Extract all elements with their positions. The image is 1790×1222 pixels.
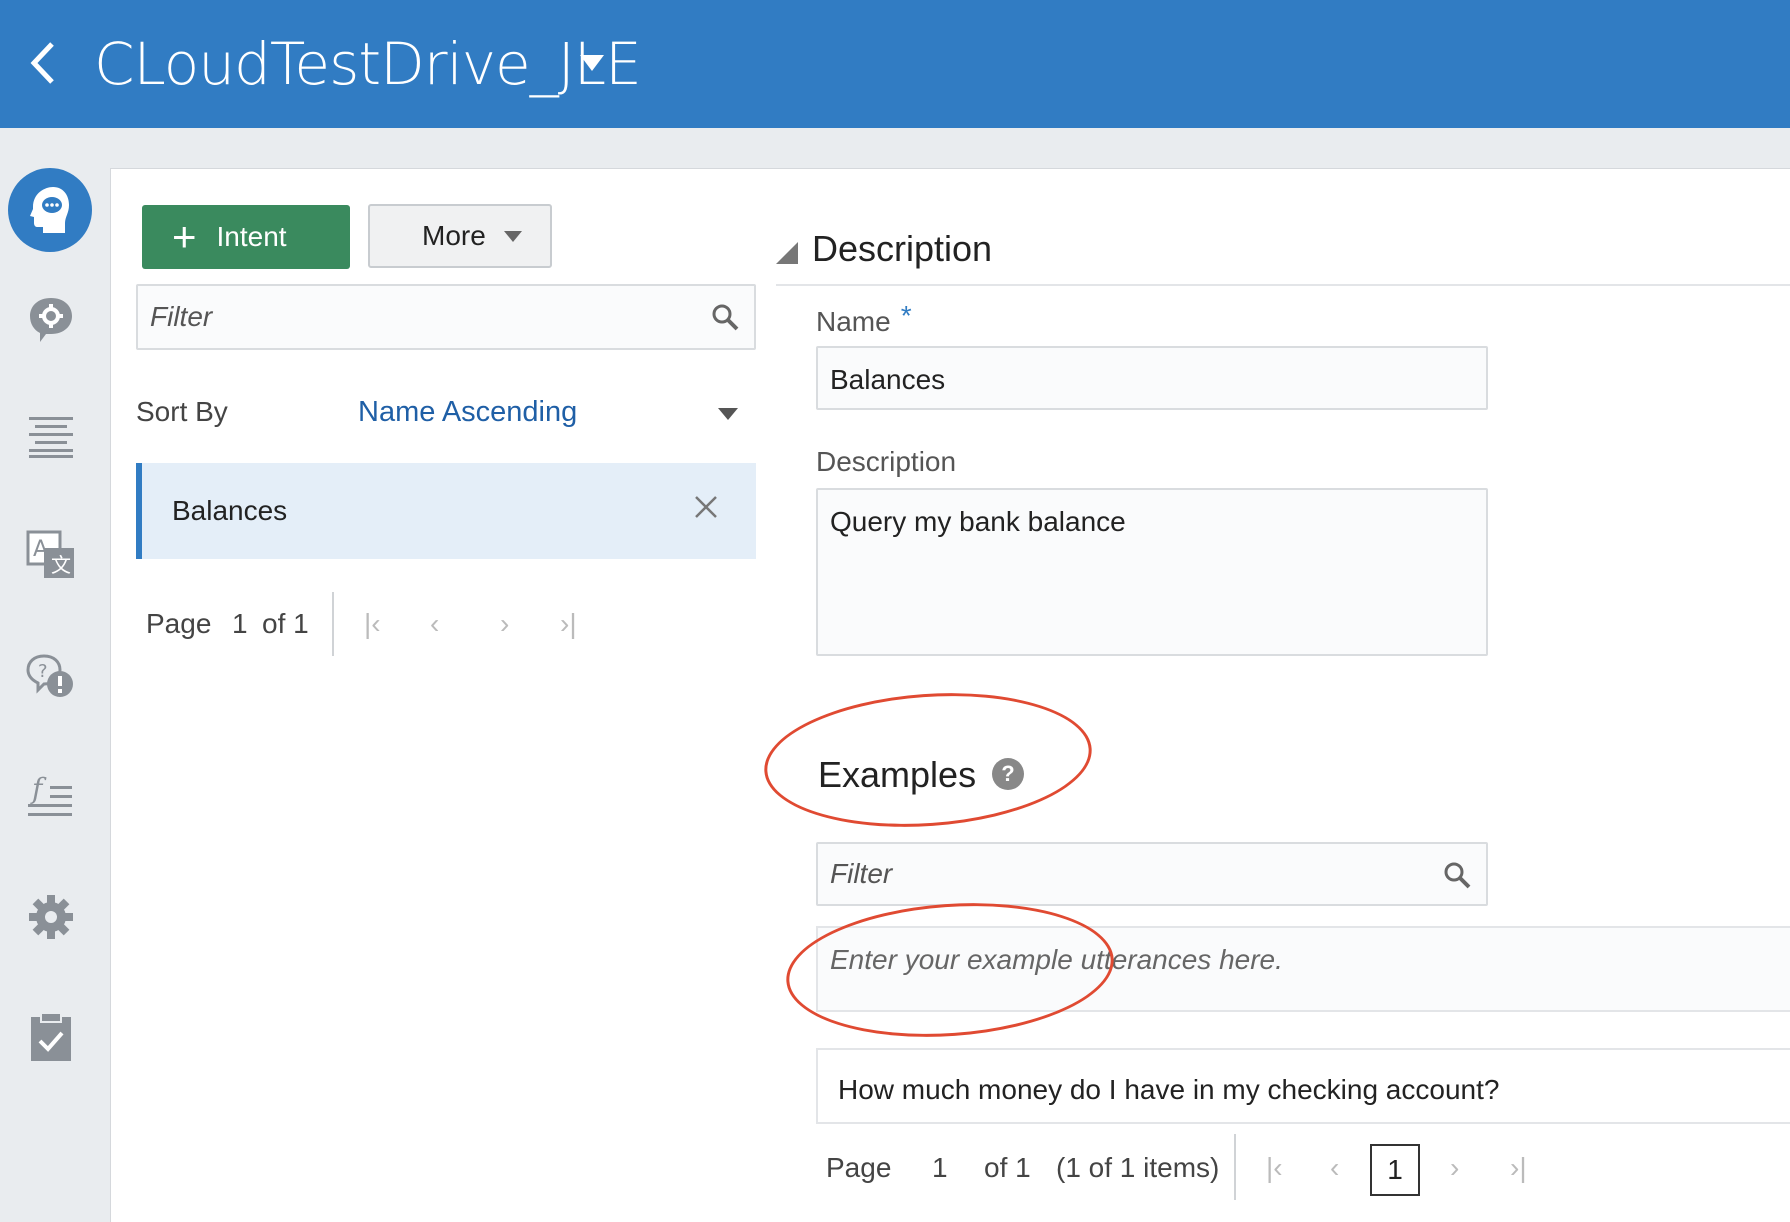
clipboard-check-icon (31, 1012, 71, 1061)
description-field[interactable]: Query my bank balance (816, 488, 1488, 656)
intent-list-item[interactable]: Balances (136, 463, 756, 559)
flows-icon (29, 417, 73, 458)
intents-icon (30, 187, 69, 233)
skill-title[interactable]: CLoudTestDrive_JLE (94, 30, 642, 98)
last-page-icon[interactable]: ›| (560, 608, 577, 640)
more-button[interactable]: More (368, 204, 552, 268)
entities-icon (30, 298, 72, 342)
intent-item-label: Balances (172, 495, 288, 526)
intent-pager-of-label: of 1 (262, 608, 309, 639)
examples-filter-input[interactable]: Filter (816, 842, 1488, 906)
left-nav-rail: A 文 ? f (0, 128, 110, 1222)
resource-bundles-icon: A 文 (26, 530, 74, 578)
resource-bundles-nav-item[interactable]: A 文 (22, 526, 80, 584)
gear-icon (29, 895, 73, 939)
first-page-icon[interactable]: |‹ (364, 608, 381, 640)
components-icon: f (28, 774, 72, 816)
chevron-down-icon[interactable] (718, 408, 738, 420)
chevron-down-icon[interactable] (580, 55, 604, 71)
close-icon[interactable] (692, 493, 720, 521)
examples-pager-page-number: 1 (932, 1152, 948, 1183)
intent-filter-input[interactable]: Filter (136, 284, 756, 350)
sort-by-label: Sort By (136, 396, 228, 427)
required-marker: * (900, 300, 912, 331)
chevron-down-icon (503, 230, 522, 242)
plus-icon: + (172, 213, 197, 260)
description-label: Description (816, 446, 957, 477)
pager-divider (332, 592, 334, 656)
add-intent-label: Intent (216, 221, 287, 252)
next-page-icon[interactable]: › (500, 608, 509, 640)
first-page-icon[interactable]: |‹ (1266, 1152, 1283, 1184)
app-header: CLoudTestDrive_JLE (0, 0, 1790, 128)
pager-divider (1234, 1134, 1236, 1200)
name-field[interactable]: Balances (816, 346, 1488, 410)
settings-nav-item[interactable] (22, 888, 80, 946)
components-nav-item[interactable]: f (22, 768, 80, 826)
search-icon[interactable] (1442, 860, 1472, 890)
more-label: More (422, 220, 486, 251)
example-list-item[interactable]: How much money do I have in my checking … (816, 1048, 1790, 1124)
examples-pager-page-label: Page (826, 1152, 892, 1183)
intents-nav-item[interactable] (8, 168, 92, 252)
search-icon[interactable] (710, 302, 740, 332)
examples-pager-items-label: (1 of 1 items) (1056, 1152, 1220, 1183)
flows-nav-item[interactable] (22, 408, 80, 466)
examples-filter-placeholder: Filter (830, 858, 893, 889)
sort-by-select[interactable]: Name Ascending (358, 396, 577, 429)
entities-nav-item[interactable] (22, 290, 80, 348)
intent-pager-page-number: 1 (232, 608, 248, 639)
qna-nav-item[interactable]: ? (22, 648, 80, 706)
qna-icon: ? (26, 654, 73, 697)
svg-text:f: f (30, 774, 47, 805)
svg-text:文: 文 (51, 553, 71, 577)
examples-pager-of-label: of 1 (984, 1152, 1031, 1183)
prev-page-icon[interactable]: ‹ (1330, 1152, 1339, 1184)
intent-filter-placeholder: Filter (150, 301, 213, 332)
example-utterance-input[interactable]: Enter your example utterances here. (816, 926, 1790, 1012)
back-chevron-icon[interactable] (28, 38, 58, 88)
last-page-icon[interactable]: ›| (1510, 1152, 1527, 1184)
examples-title: Examples (818, 754, 977, 795)
current-page-input[interactable]: 1 (1370, 1144, 1420, 1196)
section-divider (776, 284, 1790, 286)
name-label: Name * (816, 300, 912, 338)
name-label-text: Name (816, 306, 891, 337)
svg-text:?: ? (38, 661, 48, 682)
description-section-title: Description (812, 228, 993, 269)
intent-pager-page-label: Page (146, 608, 212, 639)
add-intent-button[interactable]: + Intent (142, 205, 350, 269)
collapse-triangle-icon[interactable] (776, 242, 798, 264)
prev-page-icon[interactable]: ‹ (430, 608, 439, 640)
next-page-icon[interactable]: › (1450, 1152, 1459, 1184)
help-icon[interactable]: ? (992, 758, 1024, 790)
quality-nav-item[interactable] (22, 1008, 80, 1066)
